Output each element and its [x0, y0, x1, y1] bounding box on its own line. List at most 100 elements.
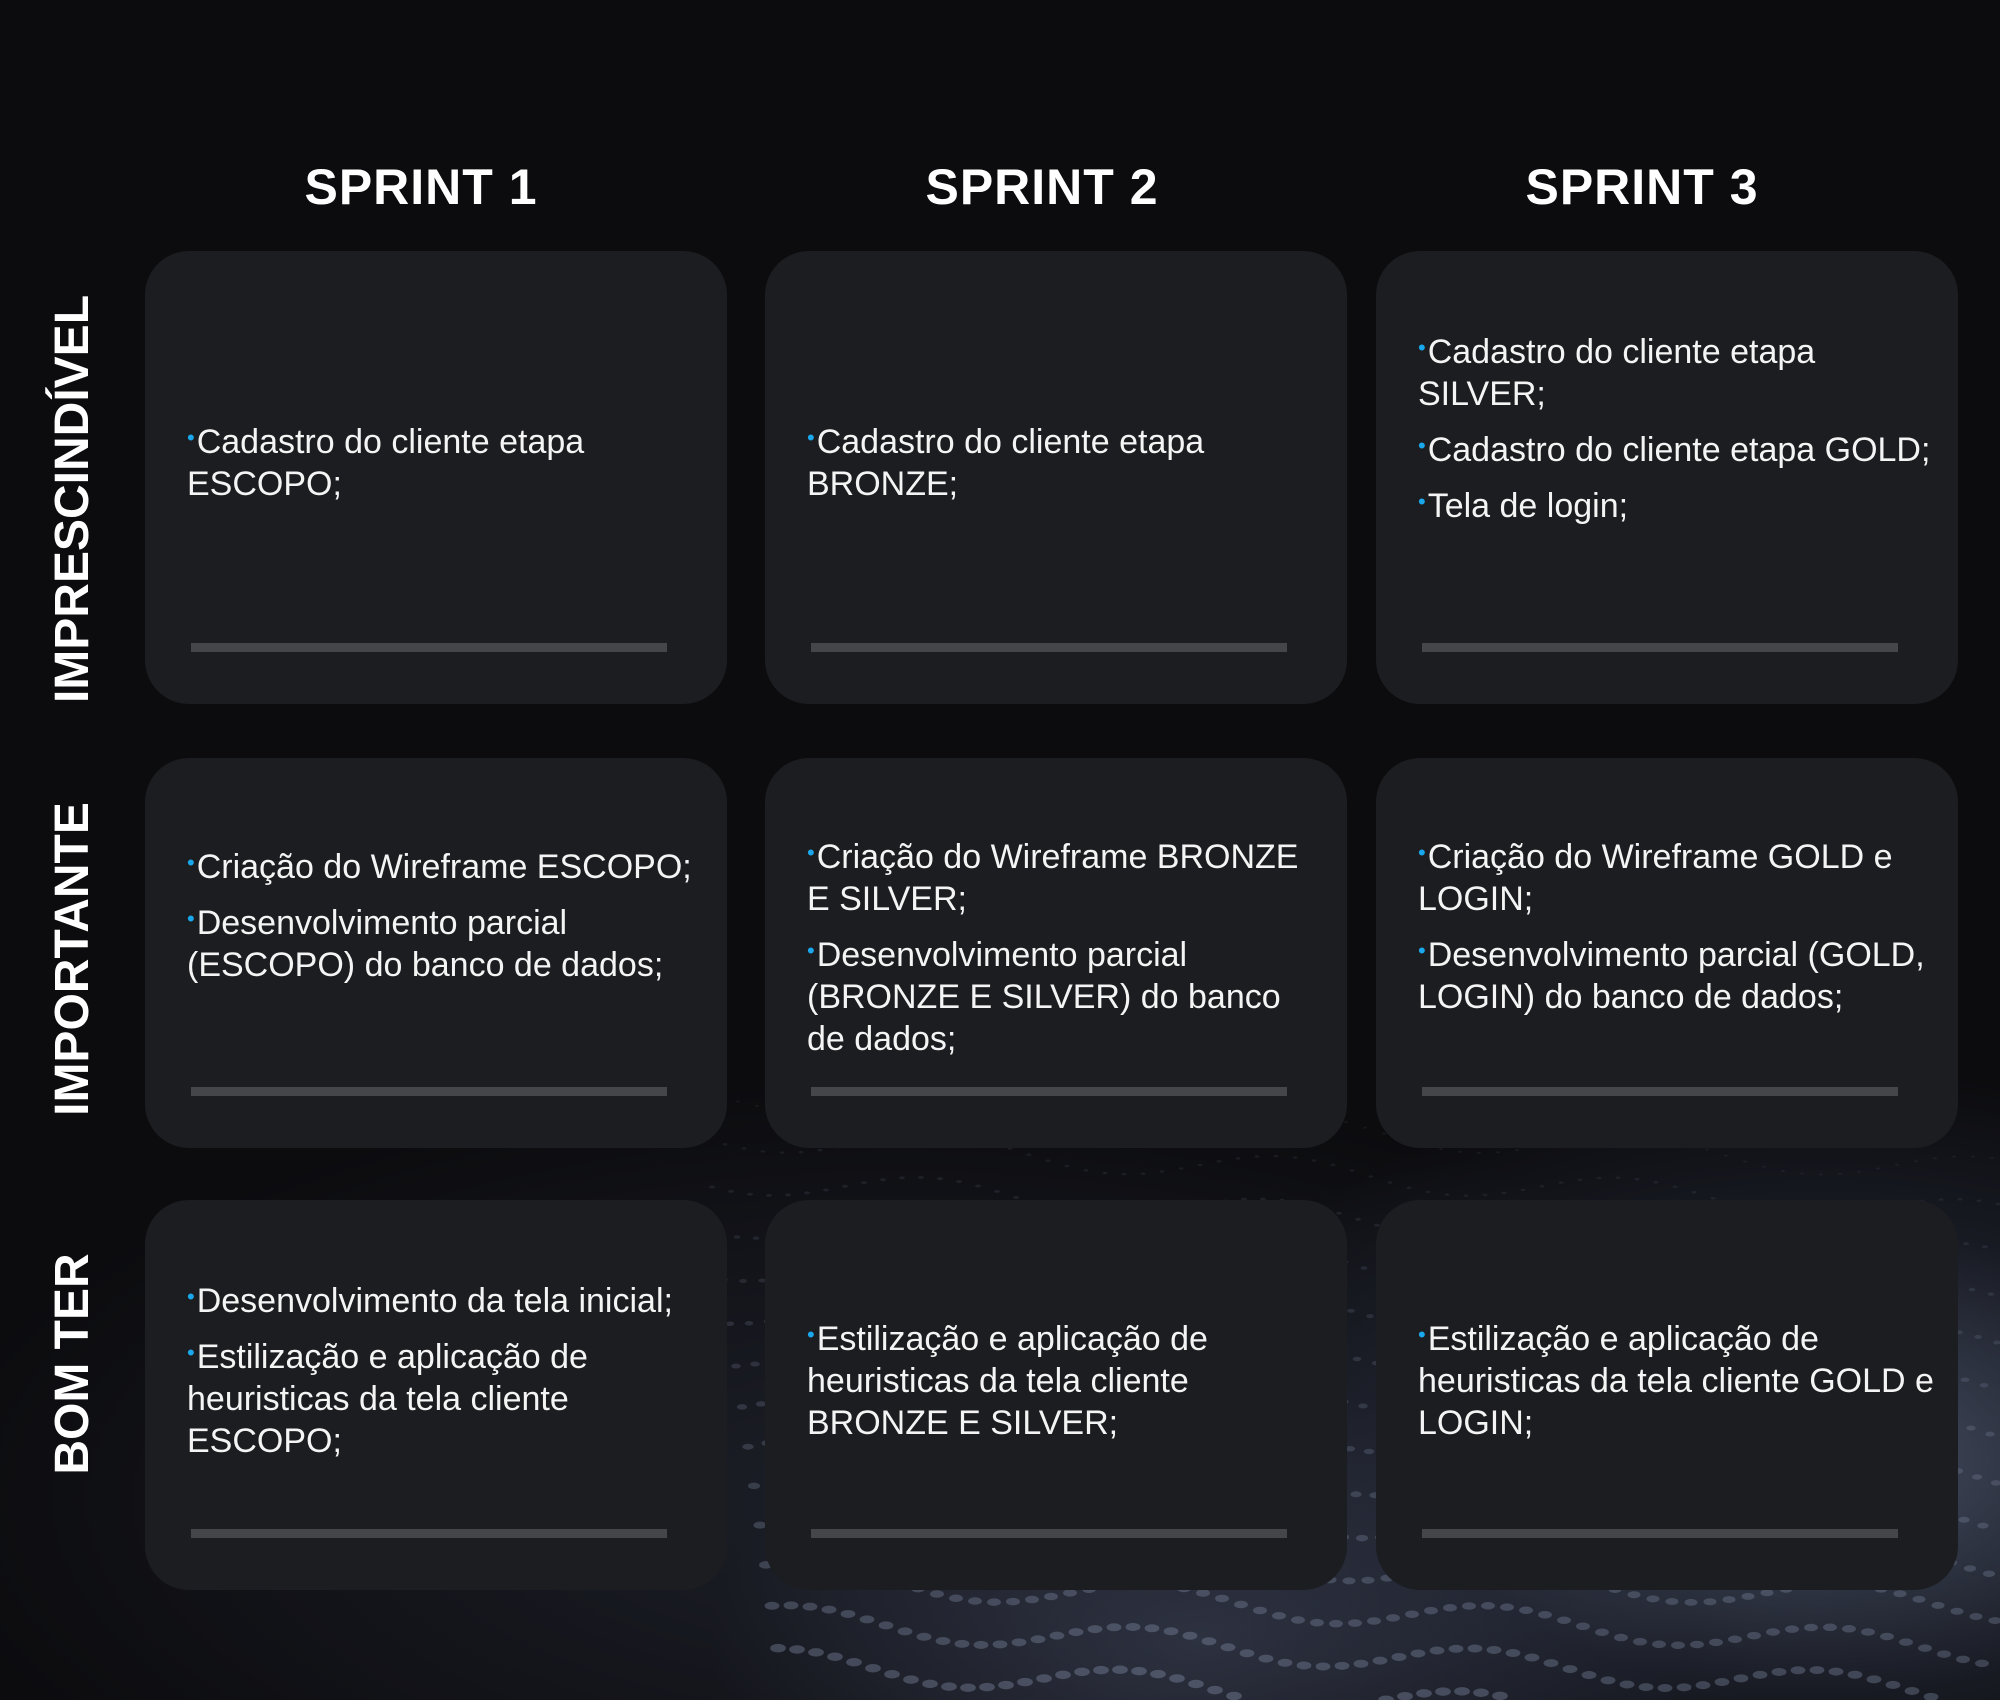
background-dot: [1367, 1617, 1381, 1625]
background-dot: [1068, 1628, 1084, 1637]
background-dot: [1876, 1167, 1880, 1170]
background-dot: [1987, 1292, 1995, 1296]
background-dot: [1728, 1635, 1742, 1643]
background-dot: [736, 1100, 740, 1103]
background-dot: [1724, 1154, 1728, 1157]
background-dot: [1178, 1167, 1184, 1170]
background-dot: [1722, 1596, 1736, 1604]
card-sprint1-imprescindivel: •Cadastro do cliente etapa ESCOPO;: [145, 251, 727, 704]
card-content: •Criação do Wireframe ESCOPO; •Desenvolv…: [187, 846, 703, 1000]
background-dot: [937, 1177, 943, 1181]
background-dot: [1463, 1194, 1469, 1197]
background-dot: [1064, 1164, 1070, 1168]
bullet-icon: •: [1418, 840, 1426, 865]
bullet-icon: •: [1418, 1322, 1426, 1347]
background-dot: [747, 1192, 753, 1196]
background-dot: [731, 1363, 741, 1369]
bullet-icon: •: [187, 906, 195, 931]
background-dot: [1912, 1595, 1926, 1603]
background-dot: [930, 1590, 944, 1598]
list-item: •Desenvolvimento parcial (BRONZE E SILVE…: [807, 936, 1281, 1058]
background-dot: [1363, 1126, 1367, 1129]
background-dot: [1292, 1156, 1298, 1159]
background-dot: [1311, 1159, 1317, 1162]
background-dot: [1971, 1155, 1975, 1158]
background-dot: [994, 1189, 1000, 1193]
background-dot: [1653, 1180, 1659, 1184]
card-divider-bar: [191, 1529, 667, 1538]
background-dot: [821, 1605, 837, 1614]
background-dot: [1492, 1691, 1508, 1700]
background-dot: [1366, 1314, 1374, 1319]
background-dot: [1131, 1666, 1147, 1676]
background-dot: [979, 1682, 995, 1692]
background-dot: [1963, 1242, 1969, 1246]
background-dot: [1215, 1594, 1229, 1603]
background-dot: [1960, 1377, 1970, 1382]
background-dot: [1444, 1193, 1450, 1196]
list-item: •Estilização e aplicação de heuristicas …: [187, 1338, 588, 1460]
background-dot: [1676, 1683, 1692, 1692]
background-dot: [922, 1679, 938, 1689]
background-dot: [1254, 1155, 1260, 1158]
background-dot: [785, 1193, 791, 1197]
background-dot: [1234, 1600, 1248, 1609]
background-dot: [1515, 1149, 1519, 1152]
background-dot: [1387, 1181, 1393, 1184]
background-dot: [1368, 1175, 1374, 1178]
background-dot: [1253, 1606, 1267, 1615]
card-sprint3-bom-ter: •Estilização e aplicação de heuristicas …: [1376, 1200, 1958, 1590]
background-dot: [1477, 1151, 1481, 1154]
background-dot: [1330, 1163, 1336, 1167]
bullet-icon: •: [187, 850, 195, 875]
background-dot: [954, 1639, 970, 1648]
background-dot: [865, 1663, 881, 1673]
background-dot: [840, 1609, 856, 1618]
background-dot: [1220, 1643, 1236, 1652]
background-dot: [1866, 1675, 1882, 1684]
background-dot: [783, 1601, 799, 1610]
background-dot: [1558, 1181, 1564, 1184]
background-dot: [1163, 1627, 1179, 1636]
background-dot: [1044, 1592, 1058, 1601]
background-dot: [1454, 1687, 1470, 1696]
background-dot: [1828, 1667, 1844, 1676]
bullet-icon: •: [807, 938, 815, 963]
background-dot: [1691, 1191, 1697, 1194]
background-dot: [1342, 1577, 1356, 1585]
background-dot: [1406, 1186, 1412, 1190]
background-dot: [1144, 1624, 1160, 1633]
background-dot: [1595, 1628, 1609, 1637]
background-dot: [859, 1615, 875, 1624]
list-item: •Cadastro do cliente etapa GOLD;: [1418, 431, 1931, 469]
background-dot: [1880, 1632, 1894, 1641]
background-dot: [1258, 1654, 1274, 1663]
background-dot: [1467, 1644, 1483, 1653]
background-dot: [1766, 1628, 1780, 1636]
background-dot: [1391, 1653, 1407, 1662]
background-dot: [1416, 1689, 1432, 1698]
background-dot: [808, 1648, 824, 1657]
background-dot: [1747, 1631, 1761, 1640]
card-sprint3-imprescindivel: •Cadastro do cliente etapa SILVER; •Cada…: [1376, 251, 1958, 704]
background-dot: [1690, 1640, 1704, 1649]
background-dot: [736, 1404, 748, 1410]
background-dot: [1931, 1601, 1945, 1609]
background-dot: [1969, 1613, 1983, 1621]
background-dot: [949, 1594, 963, 1603]
background-dot: [1329, 1619, 1343, 1628]
background-dot: [827, 1652, 843, 1662]
bullet-icon: •: [187, 1340, 195, 1365]
background-dot: [1543, 1659, 1559, 1668]
column-header-sprint-1: SPRINT 1: [304, 159, 538, 215]
background-dot: [973, 1640, 989, 1649]
background-dot: [903, 1675, 919, 1684]
bullet-icon: •: [807, 1322, 815, 1347]
background-dot: [1277, 1658, 1293, 1667]
background-dot: [1709, 1638, 1723, 1647]
background-dot: [1496, 1151, 1500, 1154]
background-dot: [750, 1361, 760, 1367]
background-dot: [760, 1150, 766, 1153]
background-dot: [1030, 1635, 1046, 1644]
background-dot: [1985, 1431, 1995, 1437]
